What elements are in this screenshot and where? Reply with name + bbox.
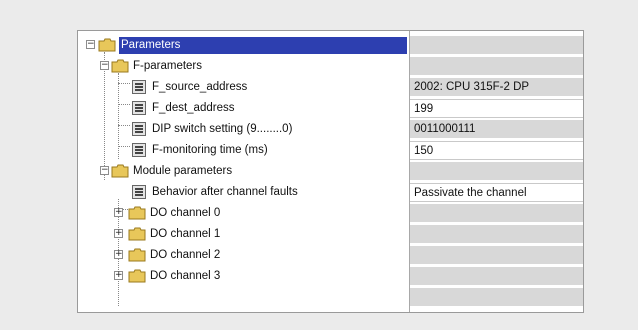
parameter-value: 2002: CPU 315F-2 DP [410, 78, 583, 97]
tree-row-f-monitoring-time[interactable]: F-monitoring time (ms) 150 [78, 140, 583, 161]
folder-icon [128, 248, 146, 262]
tree-row-parameters[interactable]: − Parameters [78, 35, 583, 56]
tree-node-label[interactable]: F_dest_address [150, 100, 236, 117]
tree-row-dip-switch[interactable]: DIP switch setting (9........0) 00110001… [78, 119, 583, 140]
parameter-list-icon [132, 143, 146, 157]
tree-row-do-channel-0[interactable]: + DO channel 0 [78, 203, 583, 224]
tree-node-label[interactable]: DO channel 2 [148, 247, 222, 264]
tree-node-label[interactable]: DIP switch setting (9........0) [150, 121, 294, 138]
parameter-value [410, 246, 583, 265]
tree-row-f-source-address[interactable]: F_source_address 2002: CPU 315F-2 DP [78, 77, 583, 98]
collapse-icon[interactable]: − [86, 40, 95, 49]
collapse-icon[interactable]: − [100, 166, 109, 175]
tree-node-label[interactable]: DO channel 3 [148, 268, 222, 285]
folder-icon [98, 38, 116, 52]
tree-row-empty [78, 287, 583, 308]
f-monitoring-time-field[interactable]: 150 [410, 141, 583, 160]
parameter-value [410, 36, 583, 55]
folder-icon [111, 59, 129, 73]
parameter-value: 0011000111 [410, 120, 583, 139]
parameter-tree-panel: − Parameters − F-parameters F_source_add… [77, 30, 584, 313]
tree-node-label[interactable]: Parameters [119, 37, 407, 54]
tree-row-do-channel-3[interactable]: + DO channel 3 [78, 266, 583, 287]
parameter-list-icon [132, 101, 146, 115]
tree-node-label[interactable]: Module parameters [131, 163, 234, 180]
parameter-value [410, 162, 583, 181]
parameter-value [410, 204, 583, 223]
folder-icon [128, 227, 146, 241]
tree-row-f-parameters[interactable]: − F-parameters [78, 56, 583, 77]
tree-node-label[interactable]: Behavior after channel faults [150, 184, 300, 201]
collapse-icon[interactable]: − [100, 61, 109, 70]
expand-icon[interactable]: + [114, 271, 123, 280]
tree-row-do-channel-2[interactable]: + DO channel 2 [78, 245, 583, 266]
parameter-value [410, 267, 583, 286]
parameter-list-icon [132, 122, 146, 136]
tree-node-label[interactable]: F-monitoring time (ms) [150, 142, 270, 159]
tree-row-behavior[interactable]: Behavior after channel faults Passivate … [78, 182, 583, 203]
parameter-list-icon [132, 80, 146, 94]
expand-icon[interactable]: + [114, 229, 123, 238]
f-dest-address-field[interactable]: 199 [410, 99, 583, 118]
empty-value-cell [410, 288, 583, 307]
tree-node-label[interactable]: DO channel 1 [148, 226, 222, 243]
tree-row-module-parameters[interactable]: − Module parameters [78, 161, 583, 182]
expand-icon[interactable]: + [114, 208, 123, 217]
expand-icon[interactable]: + [114, 250, 123, 259]
folder-icon [128, 206, 146, 220]
tree-row-f-dest-address[interactable]: F_dest_address 199 [78, 98, 583, 119]
tree-node-label[interactable]: DO channel 0 [148, 205, 222, 222]
folder-icon [111, 164, 129, 178]
tree-node-label[interactable]: F_source_address [150, 79, 249, 96]
folder-icon [128, 269, 146, 283]
parameter-value [410, 225, 583, 244]
tree-node-label[interactable]: F-parameters [131, 58, 204, 75]
parameter-value [410, 57, 583, 76]
parameter-list-icon [132, 185, 146, 199]
behavior-select[interactable]: Passivate the channel [410, 183, 583, 202]
tree-row-do-channel-1[interactable]: + DO channel 1 [78, 224, 583, 245]
